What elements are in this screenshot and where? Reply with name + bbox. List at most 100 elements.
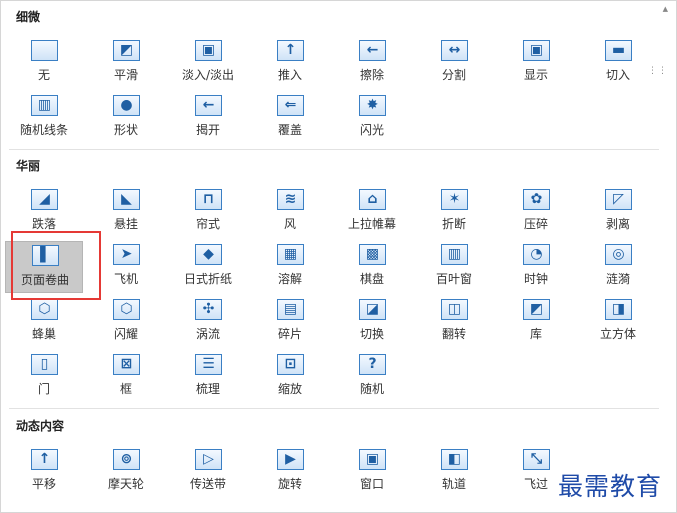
- transition-item[interactable]: ◎ 涟漪: [579, 241, 657, 293]
- transition-label: 溶解: [277, 272, 302, 286]
- zoom-icon: ⊡: [277, 354, 304, 375]
- transition-item[interactable]: ? 随机: [333, 351, 411, 403]
- transition-item[interactable]: ▤ 碎片: [251, 296, 329, 348]
- box-icon: ⊠: [113, 354, 140, 375]
- transition-item[interactable]: ☰ 梳理: [169, 351, 247, 403]
- transition-label: 闪光: [359, 123, 384, 137]
- gallery-icon: ◩: [523, 299, 550, 320]
- transition-item[interactable]: ▣ 显示: [497, 37, 575, 89]
- ferris-wheel-icon: ⊚: [113, 449, 140, 470]
- transition-item[interactable]: ⬡ 闪耀: [87, 296, 165, 348]
- transition-item[interactable]: ↑ 平移: [5, 446, 83, 498]
- transition-label: 上拉帷幕: [347, 217, 396, 231]
- transition-item[interactable]: ▬ 切入: [579, 37, 657, 89]
- origami-icon: ◆: [195, 244, 222, 265]
- transition-label: 库: [529, 327, 542, 341]
- transition-item[interactable]: ⬡ 蜂巢: [5, 296, 83, 348]
- rotate-icon: ▶: [277, 449, 304, 470]
- transition-item[interactable]: ← 揭开: [169, 92, 247, 144]
- transition-item[interactable]: ✣ 涡流: [169, 296, 247, 348]
- fall-over-icon: ◢: [31, 189, 58, 210]
- transition-item[interactable]: ≋ 风: [251, 186, 329, 238]
- wind-icon: ≋: [277, 189, 304, 210]
- section-divider: [9, 149, 659, 150]
- transition-item[interactable]: ▦ 溶解: [251, 241, 329, 293]
- split-icon: ↔: [441, 40, 468, 61]
- transition-item[interactable]: ← 擦除: [333, 37, 411, 89]
- transition-item[interactable]: ✿ 压碎: [497, 186, 575, 238]
- transition-label: 切入: [605, 68, 630, 82]
- transition-label: 百叶窗: [435, 272, 472, 286]
- transition-item[interactable]: ⊚ 摩天轮: [87, 446, 165, 498]
- smooth-icon: ◩: [113, 40, 140, 61]
- section-title: 华丽: [16, 159, 41, 173]
- transition-label: 分割: [441, 68, 466, 82]
- transition-label: 摩天轮: [107, 477, 144, 491]
- transition-item[interactable]: ◔ 时钟: [497, 241, 575, 293]
- transition-label: 闪耀: [113, 327, 138, 341]
- shred-icon: ▤: [277, 299, 304, 320]
- transition-item[interactable]: ◆ 日式折纸: [169, 241, 247, 293]
- section-title: 动态内容: [16, 419, 65, 433]
- transition-item[interactable]: ✶ 折断: [415, 186, 493, 238]
- flip-icon: ◫: [441, 299, 468, 320]
- transition-item[interactable]: ▶ 旋转: [251, 446, 329, 498]
- dissolve-icon: ▦: [277, 244, 304, 265]
- transition-item[interactable]: ● 形状: [87, 92, 165, 144]
- scroll-up-icon[interactable]: ▲: [663, 5, 668, 13]
- transition-item[interactable]: ▯ 门: [5, 351, 83, 403]
- transition-item[interactable]: ◫ 翻转: [415, 296, 493, 348]
- transition-item[interactable]: ⊠ 框: [87, 351, 165, 403]
- transition-item[interactable]: ▷ 传送带: [169, 446, 247, 498]
- peel-off-icon: ◸: [605, 189, 632, 210]
- transition-label: 跌落: [31, 217, 56, 231]
- transition-item[interactable]: ◸ 剥离: [579, 186, 657, 238]
- cut-icon: ▬: [605, 40, 632, 61]
- transition-item[interactable]: ▣ 窗口: [333, 446, 411, 498]
- curtains-icon: ⊓: [195, 189, 222, 210]
- cube-icon: ◨: [605, 299, 632, 320]
- fly-through-icon: ⤡: [523, 449, 550, 470]
- fracture-icon: ✶: [441, 189, 468, 210]
- transition-label: 缩放: [277, 382, 302, 396]
- transition-label: 框: [119, 382, 132, 396]
- transition-item[interactable]: ✸ 闪光: [333, 92, 411, 144]
- transition-item[interactable]: ↔ 分割: [415, 37, 493, 89]
- fade-icon: ▣: [195, 40, 222, 61]
- watermark: 最需教育: [558, 472, 663, 501]
- transition-item[interactable]: ⇐ 覆盖: [251, 92, 329, 144]
- transition-label: 覆盖: [277, 123, 302, 137]
- transition-item[interactable]: ◨ 立方体: [579, 296, 657, 348]
- prestige-icon: ⌂: [359, 189, 386, 210]
- transition-item[interactable]: ▩ 棋盘: [333, 241, 411, 293]
- blinds-icon: ▥: [441, 244, 468, 265]
- transition-item[interactable]: ⊓ 帘式: [169, 186, 247, 238]
- transition-label: 随机: [359, 382, 384, 396]
- switch-icon: ◪: [359, 299, 386, 320]
- vortex-icon: ✣: [195, 299, 222, 320]
- transition-label: 轨道: [441, 477, 466, 491]
- section-divider: [9, 408, 659, 409]
- transition-item[interactable]: ◪ 切换: [333, 296, 411, 348]
- honeycomb-icon: ⬡: [31, 299, 58, 320]
- shape-icon: ●: [113, 95, 140, 116]
- transition-item[interactable]: ◩ 平滑: [87, 37, 165, 89]
- transition-label: 无: [37, 68, 50, 82]
- transition-item[interactable]: ⌂ 上拉帷幕: [333, 186, 411, 238]
- checkerboard-icon: ▩: [359, 244, 386, 265]
- transition-label: 碎片: [277, 327, 302, 341]
- transition-item[interactable]: ▥ 随机线条: [5, 92, 83, 144]
- transition-gallery: ▲ ⋮⋮ 细微无 ◩ 平滑 ▣ 淡入/淡出 ↑ 推入 ← 擦除 ↔ 分割 ▣ 显示 ▬ 切入 ▥ 随机线条 ● 形状…: [0, 0, 677, 513]
- transition-item[interactable]: ◧ 轨道: [415, 446, 493, 498]
- transition-item[interactable]: ↑ 推入: [251, 37, 329, 89]
- transition-label: 涟漪: [605, 272, 630, 286]
- push-icon: ↑: [277, 40, 304, 61]
- transition-item[interactable]: ⊡ 缩放: [251, 351, 329, 403]
- transition-item[interactable]: ▥ 百叶窗: [415, 241, 493, 293]
- transition-item[interactable]: ◩ 库: [497, 296, 575, 348]
- transition-label: 显示: [523, 68, 548, 82]
- cover-icon: ⇐: [277, 95, 304, 116]
- transition-item[interactable]: ▣ 淡入/淡出: [169, 37, 247, 89]
- transition-item[interactable]: 无: [5, 37, 83, 89]
- transition-label: 梳理: [195, 382, 220, 396]
